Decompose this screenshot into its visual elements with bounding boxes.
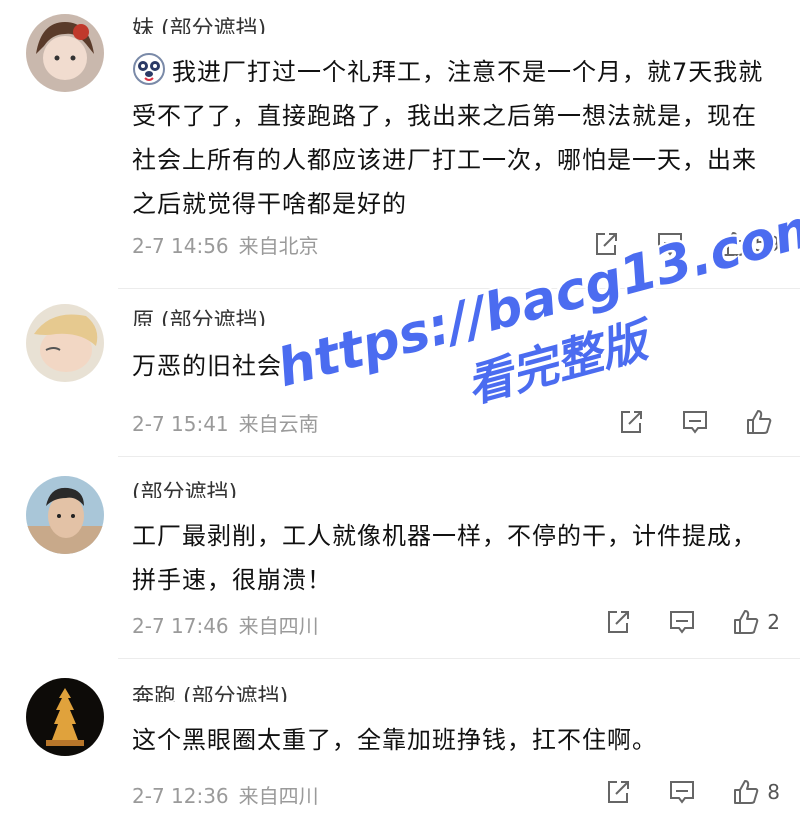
comment-icon [670,611,695,634]
comment-time: 2-7 17:46 [132,614,229,638]
comment-meta: 2-7 17:46 来自四川 [132,610,319,639]
username[interactable]: 原 (部分遮挡) [132,308,266,326]
reply-button[interactable] [667,777,697,807]
avatar[interactable] [26,304,104,382]
divider [118,456,800,457]
avatar[interactable] [26,14,104,92]
share-button[interactable] [603,607,633,637]
like-button[interactable]: 8 [731,777,780,807]
divider [118,288,800,289]
comment-location: 来自四川 [238,784,319,808]
thumbs-up-icon [734,610,759,634]
share-icon [608,611,630,633]
reply-button[interactable] [667,607,697,637]
share-button[interactable] [603,777,633,807]
comment-item: 原 (部分遮挡) 万恶的旧社会 2-7 15:41 来自云南 [0,290,800,450]
comment-text: 万恶的旧社会 [132,352,282,380]
like-count: 59 [754,232,780,256]
like-count: 8 [767,780,780,804]
like-button[interactable]: 2 [731,607,780,637]
comment-text-body: 我进厂打过一个礼拜工，注意不是一个月，就7天我就受不了了，直接跑路了，我出来之后… [132,58,764,218]
comment-icon [683,411,707,434]
comment-actions: 8 [603,776,780,808]
share-icon [595,233,617,255]
like-button[interactable] [744,407,780,437]
share-button[interactable] [616,407,646,437]
comment-location: 来自四川 [238,614,319,638]
comment-text: 我进厂打过一个礼拜工，注意不是一个月，就7天我就受不了了，直接跑路了，我出来之后… [132,50,776,226]
username[interactable]: 妹 (部分遮挡) [132,16,266,34]
share-icon [621,411,642,433]
share-icon [608,781,630,803]
comment-icon [670,781,695,804]
comment-meta: 2-7 12:36 来自四川 [132,780,319,809]
comment-icon [657,233,682,256]
dog-emoji-icon [132,52,166,86]
comment-time: 2-7 15:41 [132,412,229,436]
comment-actions: 59 [591,228,780,260]
reply-button[interactable] [655,229,685,259]
comment-text: 这个黑眼圈太重了，全靠加班挣钱，扛不住啊。 [132,726,657,754]
comment-actions [616,406,780,438]
username[interactable]: (部分遮挡) [132,480,237,498]
thumbs-up-icon [734,780,759,804]
like-button[interactable]: 59 [719,229,780,259]
comment-actions: 2 [603,606,780,638]
comment-item: (部分遮挡) 工厂最剥削，工人就像机器一样，不停的干，计件提成，拼手速，很崩溃！… [0,460,800,660]
username[interactable]: 奔跑 (部分遮挡) [132,684,288,702]
share-button[interactable] [591,229,621,259]
comment-time: 2-7 14:56 [132,234,229,258]
comment-item: 妹 (部分遮挡) 我进厂打过一个礼拜工，注意不是一个月，就7天我就受不了了，直接… [0,0,800,280]
comment-meta: 2-7 15:41 来自云南 [132,408,319,437]
comment-location: 来自北京 [238,234,319,258]
avatar[interactable] [26,476,104,554]
comment-item: 奔跑 (部分遮挡) 这个黑眼圈太重了，全靠加班挣钱，扛不住啊。 2-7 12:3… [0,660,800,816]
comment-location: 来自云南 [238,412,319,436]
comment-text: 工厂最剥削，工人就像机器一样，不停的干，计件提成，拼手速，很崩溃！ [132,522,757,594]
comment-time: 2-7 12:36 [132,784,229,808]
reply-button[interactable] [680,407,710,437]
comment-meta: 2-7 14:56 来自北京 [132,230,319,259]
thumbs-up-icon [747,410,772,434]
like-count: 2 [767,610,780,634]
thumbs-up-icon [721,232,746,256]
avatar[interactable] [26,678,104,756]
divider [118,658,800,659]
